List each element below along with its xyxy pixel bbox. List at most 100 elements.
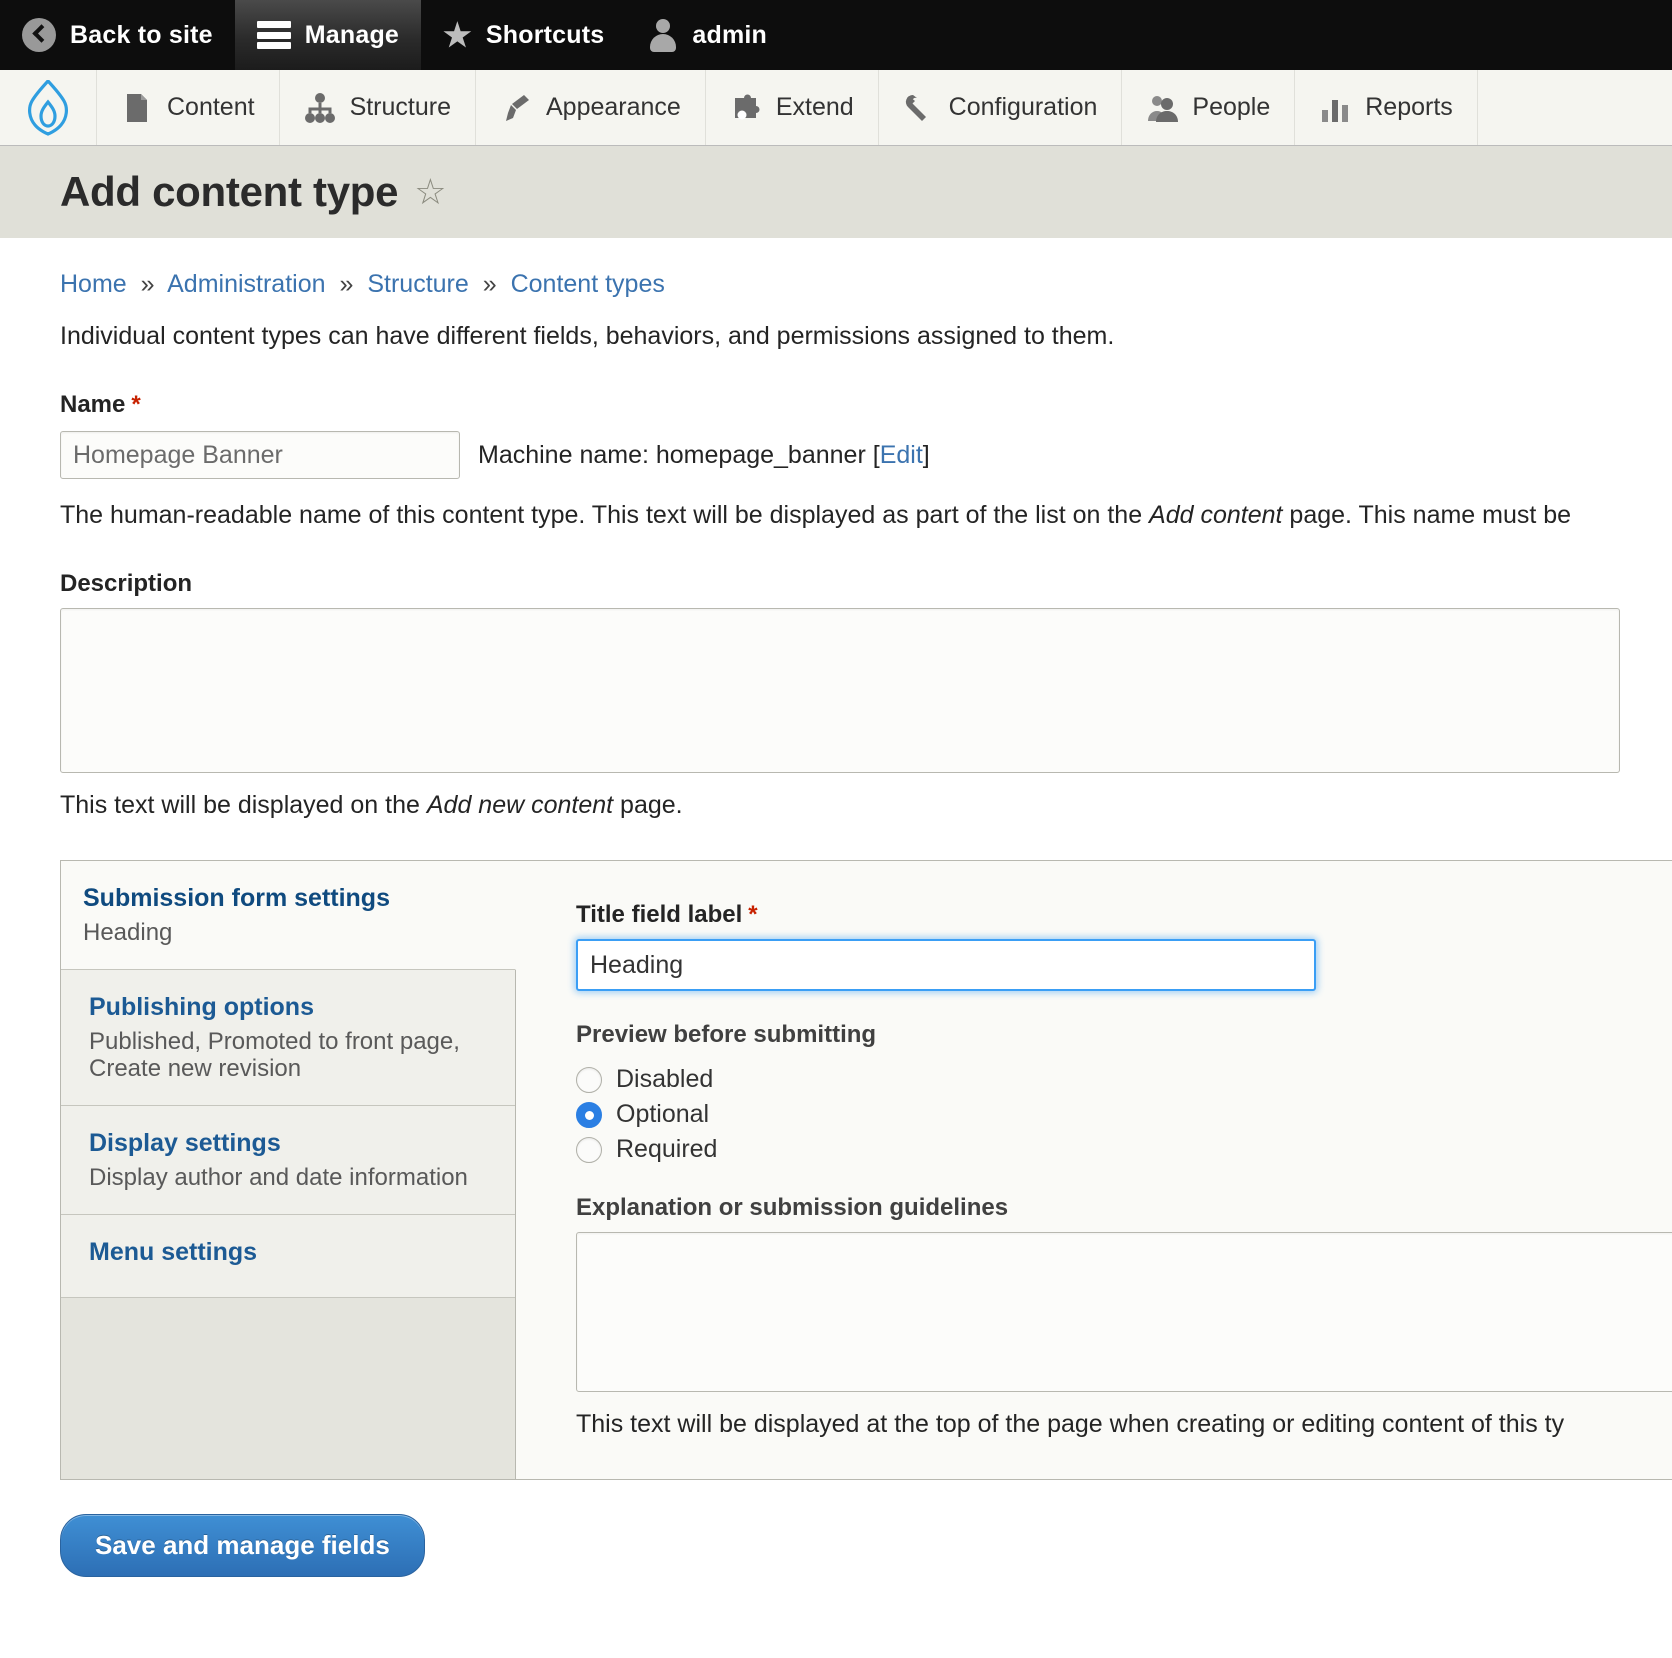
toolbar-manage-tab[interactable]: Manage bbox=[234, 0, 422, 70]
toolbar-shortcuts-tab[interactable]: ★ Shortcuts bbox=[421, 0, 626, 70]
vertical-tab-title: Submission form settings bbox=[83, 884, 390, 912]
radio-label-disabled: Disabled bbox=[616, 1065, 714, 1093]
description-textarea[interactable] bbox=[60, 608, 1620, 773]
toolbar-back-to-site[interactable]: Back to site bbox=[0, 0, 235, 70]
preview-radio-group: Disabled Optional Required bbox=[576, 1065, 1672, 1164]
admin-menu-item-structure[interactable]: Structure bbox=[280, 70, 476, 145]
page-intro-text: Individual content types can have differ… bbox=[60, 322, 1115, 350]
radio-option-required[interactable]: Required bbox=[576, 1135, 1672, 1164]
sitemap-icon bbox=[304, 92, 335, 123]
breadcrumb-item-structure[interactable]: Structure bbox=[367, 270, 468, 298]
name-input[interactable] bbox=[60, 431, 460, 479]
radio-label-required: Required bbox=[616, 1135, 718, 1163]
toolbar-account-label: admin bbox=[692, 20, 768, 49]
file-icon bbox=[127, 93, 147, 122]
radio-button-required[interactable] bbox=[576, 1136, 602, 1163]
breadcrumb-item-content-types[interactable]: Content types bbox=[511, 270, 665, 298]
vertical-tab-title: Publishing options bbox=[89, 993, 314, 1022]
radio-label-optional: Optional bbox=[616, 1100, 710, 1128]
vertical-tabs-filler bbox=[61, 1297, 515, 1479]
machine-name-edit-link[interactable]: Edit bbox=[880, 441, 923, 469]
vertical-tab-summary: Heading bbox=[83, 919, 173, 947]
radio-button-optional[interactable] bbox=[576, 1101, 602, 1128]
vertical-tab-submission-form-settings[interactable]: Submission form settings Heading bbox=[61, 861, 516, 971]
admin-menu-item-extend[interactable]: Extend bbox=[706, 70, 879, 145]
radio-option-optional[interactable]: Optional bbox=[576, 1100, 1672, 1129]
vertical-tab-menu-settings[interactable]: Menu settings bbox=[61, 1215, 515, 1298]
bookmark-star-icon[interactable]: ☆ bbox=[414, 174, 446, 210]
vertical-tab-publishing-options[interactable]: Publishing options Published, Promoted t… bbox=[61, 970, 515, 1107]
page-title-text: Add content type bbox=[60, 168, 399, 215]
admin-menu-item-appearance[interactable]: Appearance bbox=[476, 70, 706, 145]
description-field-group: Description This text will be displayed … bbox=[60, 570, 1620, 820]
paintbrush-icon bbox=[506, 94, 529, 121]
name-help-emphasis: Add content bbox=[1149, 501, 1283, 529]
toolbar-account-tab[interactable]: admin bbox=[626, 0, 789, 70]
save-and-manage-fields-button[interactable]: Save and manage fields bbox=[60, 1514, 425, 1577]
description-field-label: Description bbox=[60, 570, 193, 597]
breadcrumb-separator: » bbox=[140, 270, 155, 298]
explanation-label: Explanation or submission guidelines bbox=[576, 1194, 1009, 1221]
user-icon bbox=[648, 19, 678, 52]
toolbar-manage-label: Manage bbox=[304, 20, 400, 49]
people-icon bbox=[1148, 95, 1179, 122]
description-help-emphasis: Add new content bbox=[426, 791, 614, 819]
toolbar-back-to-site-label: Back to site bbox=[70, 20, 213, 49]
machine-name-display: Machine name: homepage_banner [Edit] bbox=[478, 441, 930, 470]
breadcrumb-item-administration[interactable]: Administration bbox=[167, 270, 325, 298]
drupal-drop-icon bbox=[28, 79, 68, 136]
admin-menu-label-people: People bbox=[1192, 93, 1271, 121]
radio-option-disabled[interactable]: Disabled bbox=[576, 1065, 1672, 1094]
admin-menu-item-configuration[interactable]: Configuration bbox=[879, 70, 1123, 145]
hamburger-icon bbox=[256, 21, 291, 49]
title-field-label: Title field label * bbox=[576, 901, 1672, 929]
breadcrumb: Home » Administration » Structure » Cont… bbox=[60, 238, 1612, 299]
machine-name-prefix: Machine name: bbox=[478, 440, 656, 469]
admin-menu-label-extend: Extend bbox=[775, 93, 854, 121]
machine-name-value: homepage_banner bbox=[655, 440, 866, 469]
admin-menu-label-reports: Reports bbox=[1365, 93, 1453, 121]
admin-menu-item-people[interactable]: People bbox=[1122, 70, 1296, 145]
title-field-label-text: Title field label bbox=[576, 901, 743, 928]
form-actions: Save and manage fields bbox=[60, 1480, 1612, 1577]
admin-menu-bar: Content Structure Appearance Extend Conf… bbox=[0, 70, 1672, 146]
description-field-help: This text will be displayed on the Add n… bbox=[60, 791, 1612, 820]
required-marker: * bbox=[748, 901, 758, 928]
back-arrow-icon bbox=[22, 18, 56, 52]
explanation-help-text: This text will be displayed at the top o… bbox=[576, 1410, 1565, 1438]
toolbar-shortcuts-label: Shortcuts bbox=[485, 20, 605, 49]
admin-menu-label-appearance: Appearance bbox=[546, 93, 681, 121]
vertical-tab-display-settings[interactable]: Display settings Display author and date… bbox=[61, 1106, 515, 1216]
vertical-tab-title: Menu settings bbox=[89, 1238, 258, 1267]
admin-menu-label-content: Content bbox=[167, 93, 255, 121]
title-field-input[interactable] bbox=[576, 939, 1316, 991]
vertical-tabs-menu: Submission form settings Heading Publish… bbox=[61, 861, 516, 1479]
name-label-text: Name bbox=[60, 391, 126, 418]
page-title-bar: Add content type ☆ bbox=[0, 146, 1672, 238]
explanation-textarea[interactable] bbox=[576, 1232, 1672, 1392]
required-marker: * bbox=[131, 391, 141, 418]
machine-name-bracket-close: ] bbox=[922, 440, 930, 469]
vertical-tabs: Submission form settings Heading Publish… bbox=[60, 860, 1672, 1480]
name-field-help: The human-readable name of this content … bbox=[60, 501, 1612, 530]
puzzle-icon bbox=[734, 94, 760, 119]
bar-chart-icon bbox=[1322, 99, 1349, 122]
machine-name-bracket-open: [ bbox=[865, 440, 880, 469]
breadcrumb-item-home[interactable]: Home bbox=[60, 270, 127, 298]
wrench-icon bbox=[905, 94, 926, 121]
admin-menu-item-reports[interactable]: Reports bbox=[1295, 70, 1478, 145]
name-field-group: Name* Machine name: homepage_banner [Edi… bbox=[60, 391, 1612, 530]
drupal-logo[interactable] bbox=[0, 70, 97, 145]
admin-menu-item-content[interactable]: Content bbox=[97, 70, 280, 145]
breadcrumb-separator: » bbox=[339, 270, 354, 298]
description-help-pre: This text will be displayed on the bbox=[60, 791, 427, 819]
star-icon: ★ bbox=[443, 17, 472, 53]
description-help-post: page. bbox=[613, 791, 683, 819]
admin-toolbar-bar: Back to site Manage ★ Shortcuts admin bbox=[0, 0, 1672, 70]
admin-menu-label-structure: Structure bbox=[349, 93, 451, 121]
admin-menu-label-configuration: Configuration bbox=[948, 93, 1098, 121]
breadcrumb-separator: » bbox=[482, 270, 497, 298]
main-content: Home » Administration » Structure » Cont… bbox=[0, 238, 1672, 1577]
name-help-pre: The human-readable name of this content … bbox=[60, 501, 1150, 529]
radio-button-disabled[interactable] bbox=[576, 1066, 602, 1093]
